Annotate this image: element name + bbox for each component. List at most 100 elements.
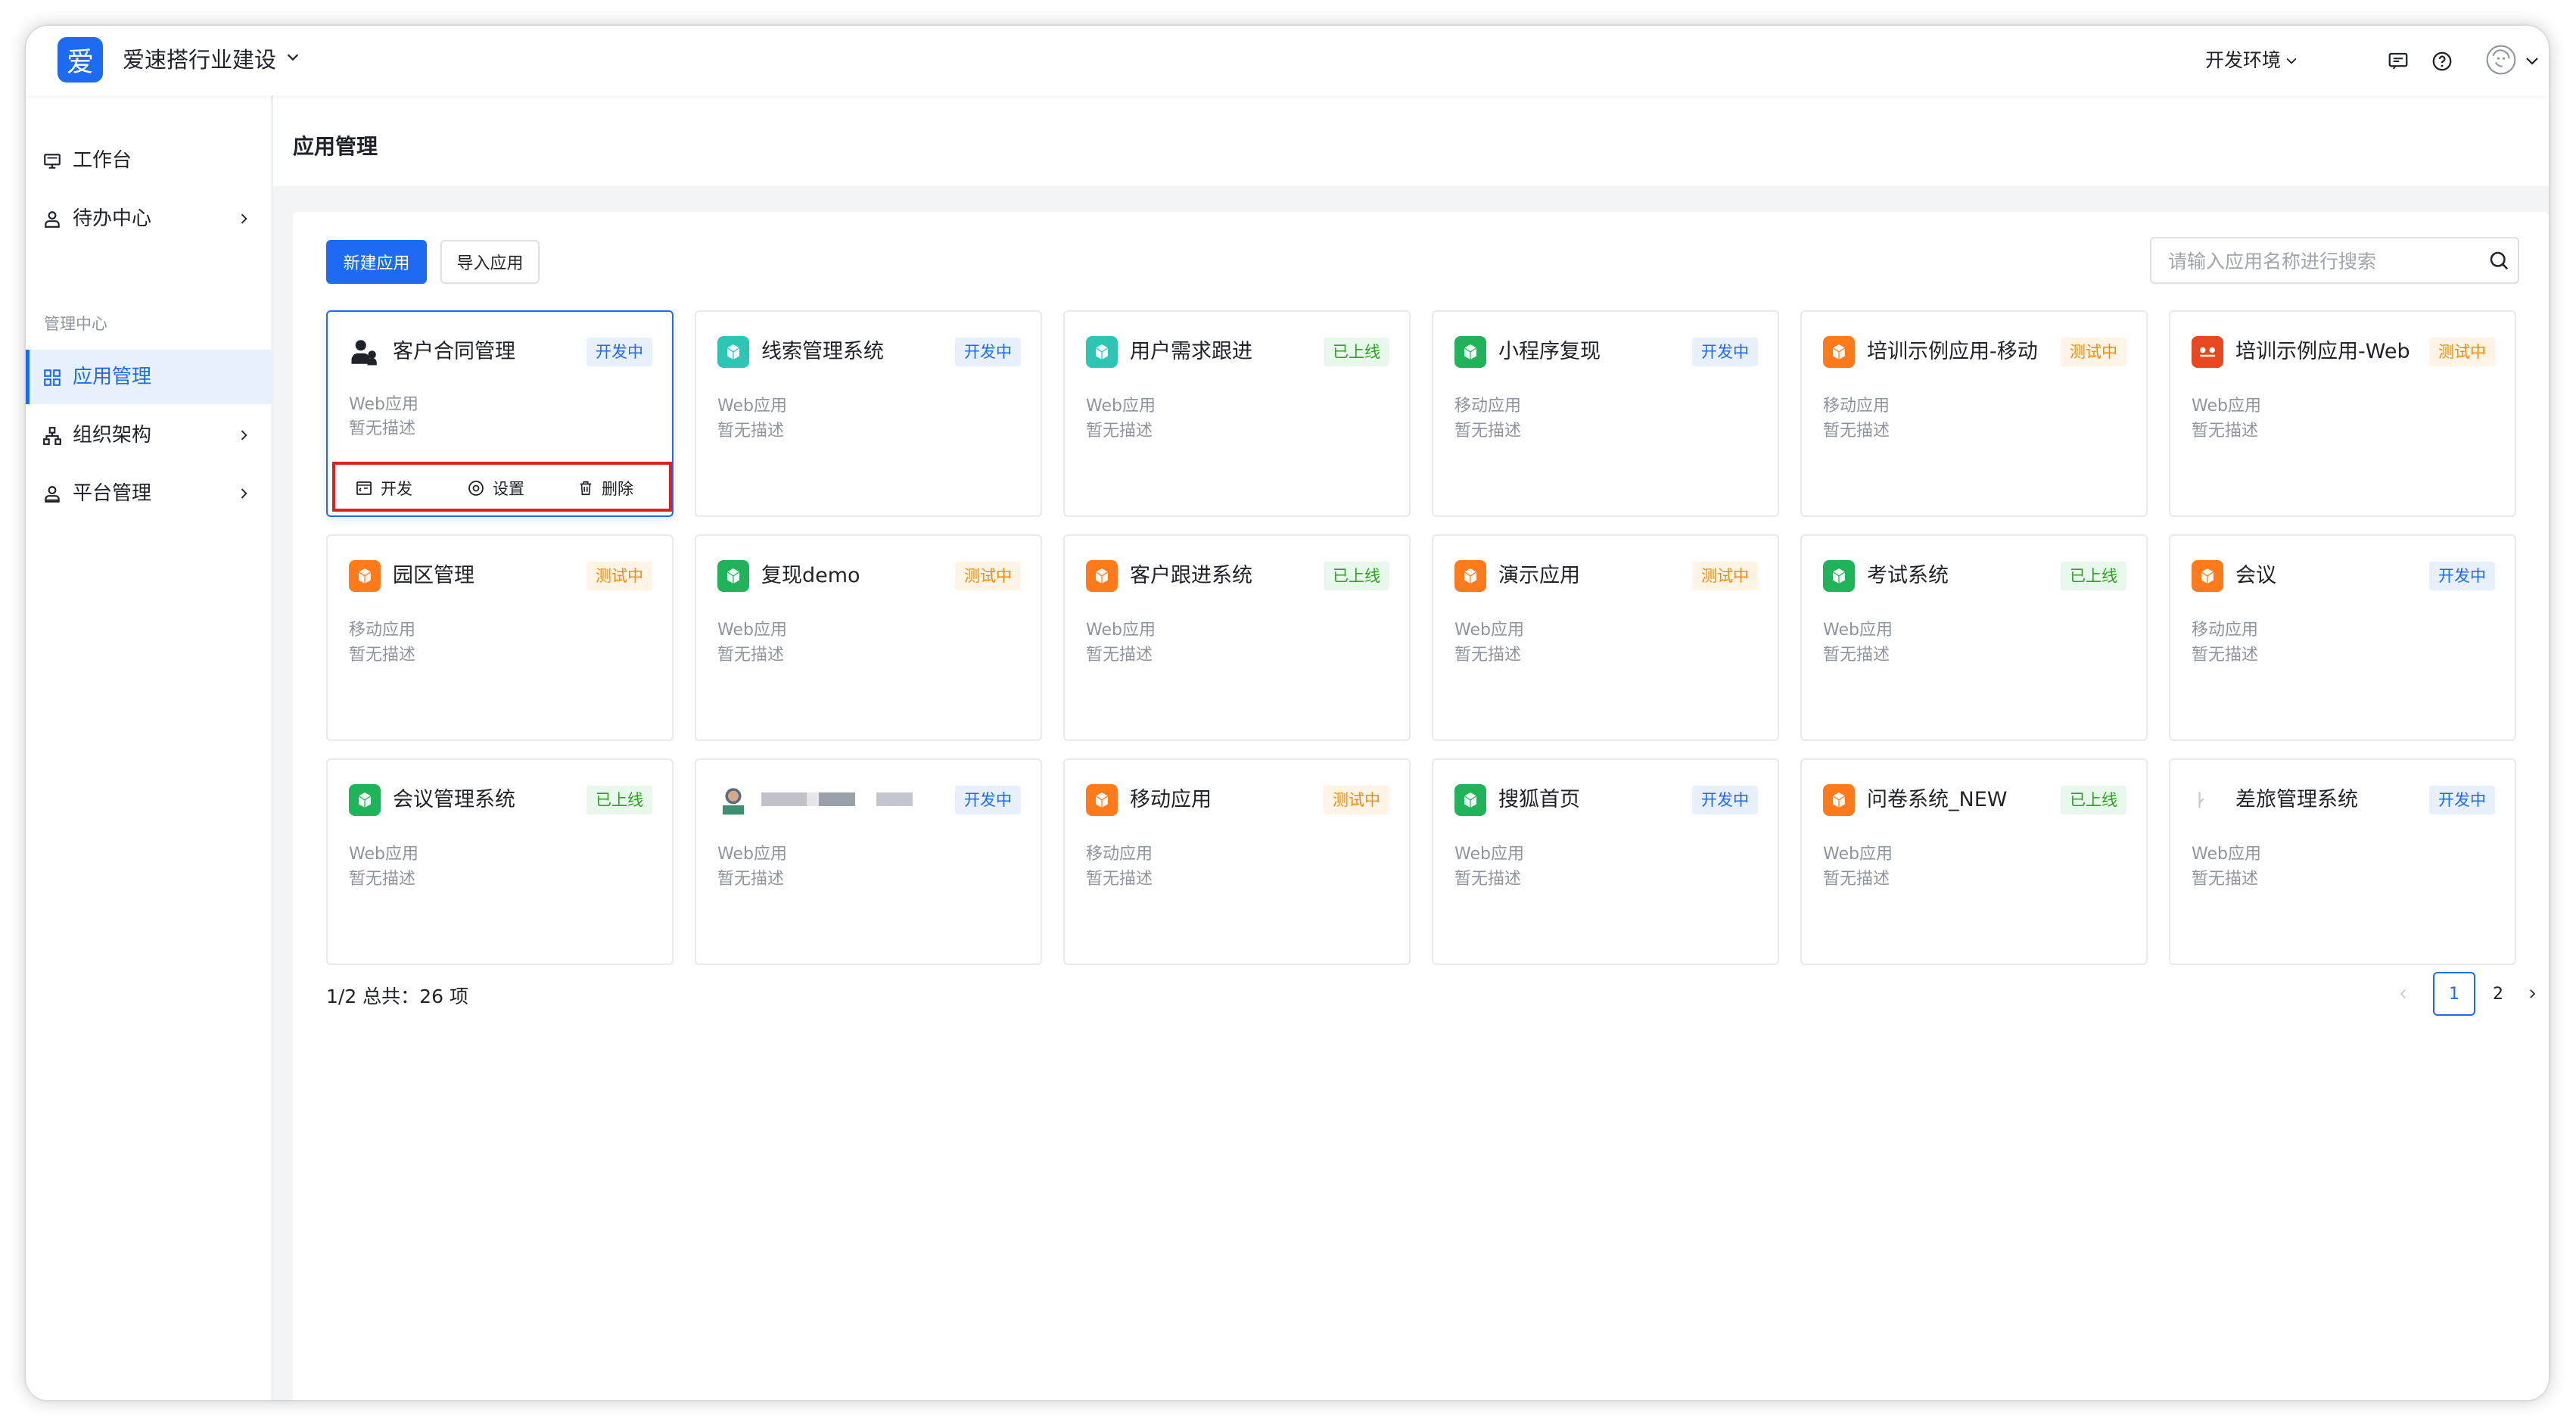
status-badge: 开发中: [955, 786, 1021, 814]
app-icon: [2192, 560, 2223, 592]
search-icon[interactable]: [2487, 249, 2510, 272]
app-description: 暂无描述: [349, 646, 416, 665]
new-app-button[interactable]: 新建应用: [326, 240, 427, 284]
app-icon: [717, 336, 749, 368]
next-page-button[interactable]: [2521, 972, 2543, 1016]
status-badge: 测试中: [1692, 562, 1758, 590]
env-switcher[interactable]: 开发环境: [2205, 42, 2299, 79]
sidebar-item-todo[interactable]: 待办中心: [26, 191, 271, 246]
settings-button[interactable]: 设置: [467, 477, 524, 500]
app-card[interactable]: 培训示例应用-移动 测试中 移动应用 暂无描述: [1800, 310, 2148, 517]
app-card[interactable]: 开发中 Web应用 暂无描述: [695, 758, 1042, 965]
redacted-name: [761, 792, 913, 806]
chevron-down-icon: [2286, 58, 2297, 64]
app-card[interactable]: 问卷系统_NEW 已上线 Web应用 暂无描述: [1800, 758, 2148, 965]
app-name: 复现demo: [761, 564, 860, 587]
app-name: 移动应用: [1130, 788, 1212, 811]
app-card[interactable]: 园区管理 测试中 移动应用 暂无描述: [326, 534, 674, 741]
message-icon[interactable]: [2384, 47, 2413, 76]
user-admin-icon: [45, 486, 60, 503]
monitor-icon: [44, 154, 61, 169]
sidebar-item-app-management[interactable]: 应用管理: [26, 350, 271, 404]
app-description: 暂无描述: [349, 870, 416, 889]
pagination-summary: 1/2 总共：26 项: [326, 985, 468, 1007]
top-bar: 爱 爱速搭行业建设 开发环境: [26, 26, 2549, 95]
prev-page-button[interactable]: [2392, 972, 2415, 1016]
app-icon: [1454, 336, 1486, 368]
app-type: Web应用: [1086, 397, 1156, 416]
card-action-bar: 开发 设置 删除: [332, 462, 672, 512]
chevron-down-icon[interactable]: [2523, 51, 2541, 70]
avatar[interactable]: [2484, 42, 2518, 77]
delete-label: 删除: [602, 480, 633, 498]
app-description: 暂无描述: [1823, 422, 1890, 441]
import-app-button[interactable]: 导入应用: [440, 240, 540, 284]
app-description: 暂无描述: [1823, 870, 1890, 889]
app-description: 暂无描述: [1823, 646, 1890, 665]
app-name: 搜狐首页: [1498, 788, 1580, 811]
app-name: 会议管理系统: [393, 788, 515, 811]
sidebar-item-org[interactable]: 组织架构: [26, 408, 271, 462]
app-type: 移动应用: [1086, 845, 1153, 864]
app-name: 用户需求跟进: [1130, 340, 1252, 363]
app-name: 差旅管理系统: [2235, 788, 2358, 811]
search-input[interactable]: [2167, 246, 2472, 276]
app-card[interactable]: 会议 开发中 移动应用 暂无描述: [2169, 534, 2516, 741]
app-card[interactable]: 差旅管理系统 开发中 Web应用 暂无描述: [2169, 758, 2516, 965]
status-badge: 开发中: [955, 338, 1021, 366]
app-description: 暂无描述: [2192, 646, 2259, 665]
app-icon: [2192, 336, 2223, 368]
page-button-2[interactable]: 2: [2477, 972, 2519, 1016]
sidebar-group-label: 管理中心: [44, 315, 107, 333]
app-switcher-name[interactable]: 爱速搭行业建设: [123, 41, 276, 79]
status-badge: 已上线: [2061, 562, 2126, 590]
app-card[interactable]: 用户需求跟进 已上线 Web应用 暂无描述: [1063, 310, 1411, 517]
develop-button[interactable]: 开发: [355, 477, 412, 500]
app-card[interactable]: 演示应用 测试中 Web应用 暂无描述: [1432, 534, 1779, 741]
app-name: 小程序复现: [1498, 340, 1601, 363]
app-type: Web应用: [1086, 621, 1156, 640]
app-card[interactable]: 会议管理系统 已上线 Web应用 暂无描述: [326, 758, 674, 965]
app-card[interactable]: 培训示例应用-Web 测试中 Web应用 暂无描述: [2169, 310, 2516, 517]
app-description: 暂无描述: [1454, 646, 1522, 665]
status-badge: 开发中: [1692, 338, 1758, 366]
app-type: Web应用: [1454, 621, 1524, 640]
status-badge: 测试中: [2429, 338, 2495, 366]
app-card[interactable]: 线索管理系统 开发中 Web应用 暂无描述: [695, 310, 1042, 517]
sidebar-item-workbench[interactable]: 工作台: [26, 133, 271, 188]
app-icon: [349, 560, 381, 592]
trash-icon: [580, 481, 592, 496]
chevron-right-icon: [241, 213, 247, 224]
app-icon: [1454, 784, 1486, 816]
app-type: Web应用: [2192, 845, 2261, 864]
app-icon: [717, 560, 749, 592]
app-name: 线索管理系统: [761, 340, 884, 363]
app-card[interactable]: 移动应用 测试中 移动应用 暂无描述: [1063, 758, 1411, 965]
chevron-down-icon[interactable]: [285, 48, 301, 65]
app-name: 会议: [2235, 564, 2276, 587]
app-description: 暂无描述: [1086, 646, 1153, 665]
app-logo[interactable]: 爱: [58, 37, 103, 83]
app-type: Web应用: [1823, 845, 1893, 864]
app-card[interactable]: 复现demo 测试中 Web应用 暂无描述: [695, 534, 1042, 741]
app-icon: [1086, 336, 1118, 368]
help-icon[interactable]: [2428, 47, 2456, 76]
app-card[interactable]: 考试系统 已上线 Web应用 暂无描述: [1800, 534, 2148, 741]
search-box: [2150, 237, 2519, 284]
status-badge: 测试中: [1324, 786, 1389, 814]
app-name: 客户合同管理: [393, 340, 515, 363]
app-icon: [1823, 784, 1855, 816]
app-card[interactable]: 客户合同管理 开发中 Web应用 暂无描述 开发 设置 删除: [326, 310, 674, 517]
app-card[interactable]: 搜狐首页 开发中 Web应用 暂无描述: [1432, 758, 1779, 965]
app-card[interactable]: 客户跟进系统 已上线 Web应用 暂无描述: [1063, 534, 1411, 741]
page-button-1[interactable]: 1: [2433, 972, 2475, 1016]
app-card[interactable]: 小程序复现 开发中 移动应用 暂无描述: [1432, 310, 1779, 517]
app-description: 暂无描述: [1086, 422, 1153, 441]
status-badge: 测试中: [2061, 338, 2126, 366]
chevron-right-icon: [2530, 989, 2536, 998]
app-description: 暂无描述: [717, 646, 785, 665]
delete-button[interactable]: 删除: [577, 477, 633, 500]
org-icon: [43, 427, 61, 445]
sidebar-item-platform[interactable]: 平台管理: [26, 466, 271, 521]
status-badge: 开发中: [586, 338, 652, 366]
